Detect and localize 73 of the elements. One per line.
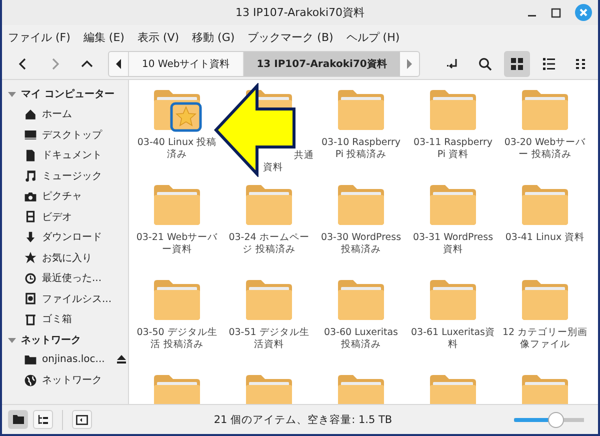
folder-name: 03-11 Raspberry Pi 資料 <box>412 137 494 161</box>
clock-icon <box>24 272 37 285</box>
menu-item[interactable]: 移動 (G) <box>192 30 235 44</box>
status-text: 21 個のアイテム、空き容量: 1.5 TB <box>212 412 394 426</box>
compact-list-icon <box>576 59 586 69</box>
folder-name: 03-50 デジタル生活 投稿済み <box>136 327 218 351</box>
sidebar-item[interactable]: ピクチャ <box>2 186 128 206</box>
menu-item[interactable]: 表示 (V) <box>137 30 180 44</box>
sidebar-item[interactable]: ホーム <box>2 104 128 124</box>
sidebar-toggle-button[interactable] <box>72 410 92 429</box>
home-icon <box>24 108 37 121</box>
folder-name: 03-40 Linux 投稿済み <box>136 137 218 161</box>
folder-name: 03-51 デジタル生活資料 <box>228 327 310 351</box>
document-icon <box>24 148 37 162</box>
download-icon <box>24 230 37 244</box>
expander-icon[interactable] <box>8 336 16 344</box>
menu-item[interactable]: ブックマーク (B) <box>248 30 334 44</box>
folder-name: 03-31 WordPress 資料 <box>412 232 494 256</box>
sidebar-item[interactable]: ダウンロード <box>2 227 128 248</box>
sidebar-item[interactable]: デスクトップ <box>2 124 128 145</box>
sidebar-heading: マイ コンピューター <box>21 88 114 101</box>
sidebar-item[interactable]: ドキュメント <box>2 145 128 166</box>
sidebar-item[interactable]: ビデオ <box>2 206 128 227</box>
zoom-slider-thumb[interactable] <box>548 412 564 428</box>
enter-arrow-icon <box>446 57 460 71</box>
music-icon <box>24 169 37 182</box>
sidebar-item[interactable]: ゴミ箱 <box>2 309 128 330</box>
icon-view-button[interactable] <box>504 51 530 77</box>
folder-icon <box>12 415 24 424</box>
triangle-left-icon <box>116 59 122 69</box>
window-title: 13 IP107-Arakoki70資料 <box>235 5 364 20</box>
sidebar-heading: ネットワーク <box>21 334 81 346</box>
menu-item[interactable]: ファイル (F) <box>8 30 70 44</box>
trash-icon <box>24 312 37 326</box>
eject-icon[interactable] <box>116 355 126 364</box>
folder-name: 12 カテゴリー別画像ファイル <box>502 327 588 351</box>
folder-name: 03-20 Webサーバー 投稿済み <box>503 137 587 161</box>
sidebar-item[interactable]: ファイルシス... <box>2 288 128 309</box>
share-icon <box>24 353 37 366</box>
folder-name: 03-61 Luxeritas資料 <box>410 327 496 351</box>
menu-item[interactable]: ヘルプ (H) <box>346 30 400 44</box>
sidebar-item[interactable]: お気に入り <box>2 248 128 268</box>
folder-name: 03-24 ホームページ 投稿済み <box>228 232 310 256</box>
globe-icon <box>24 374 37 387</box>
search-icon <box>478 57 492 71</box>
tree-button[interactable] <box>33 410 53 429</box>
close-icon[interactable] <box>575 4 592 21</box>
breadcrumb-button[interactable]: 13 IP107-Arakoki70資料 <box>242 52 400 76</box>
sidebar-item[interactable]: ネットワーク <box>2 370 128 390</box>
folder-name: 03-30 WordPress 投稿済み <box>320 232 402 256</box>
triangle-right-icon <box>406 59 412 69</box>
maximize-icon[interactable] <box>551 8 561 18</box>
tree-icon <box>38 415 48 424</box>
chevron-up-icon <box>81 58 93 70</box>
places-button[interactable] <box>8 410 28 429</box>
grid-icon <box>511 58 523 70</box>
folder-name: 03-41 Linux 資料 <box>504 232 586 244</box>
expander-icon[interactable] <box>8 90 16 98</box>
folder-name: 03-21 Webサーバー資料 <box>135 232 219 256</box>
folder-name: 03-10 Raspberry Pi 投稿済み <box>320 137 402 161</box>
folder-name: 03-60 Luxeritas 投稿済み <box>323 327 399 351</box>
sidebar-panel-icon <box>76 414 88 424</box>
sidebar-item[interactable]: 最近使った... <box>2 268 128 288</box>
star-icon <box>24 251 37 264</box>
list-icon <box>543 58 555 70</box>
drive-icon <box>24 292 37 306</box>
folder-name: 共通資料 <box>263 150 315 174</box>
desktop-icon <box>24 128 37 142</box>
sidebar-item[interactable]: onjinas.loc... <box>2 350 128 370</box>
sidebar-item[interactable]: ミュージック <box>2 166 128 186</box>
camera-icon <box>24 190 37 203</box>
film-icon <box>24 210 37 224</box>
menu-item[interactable]: 編集 (E) <box>83 30 124 44</box>
